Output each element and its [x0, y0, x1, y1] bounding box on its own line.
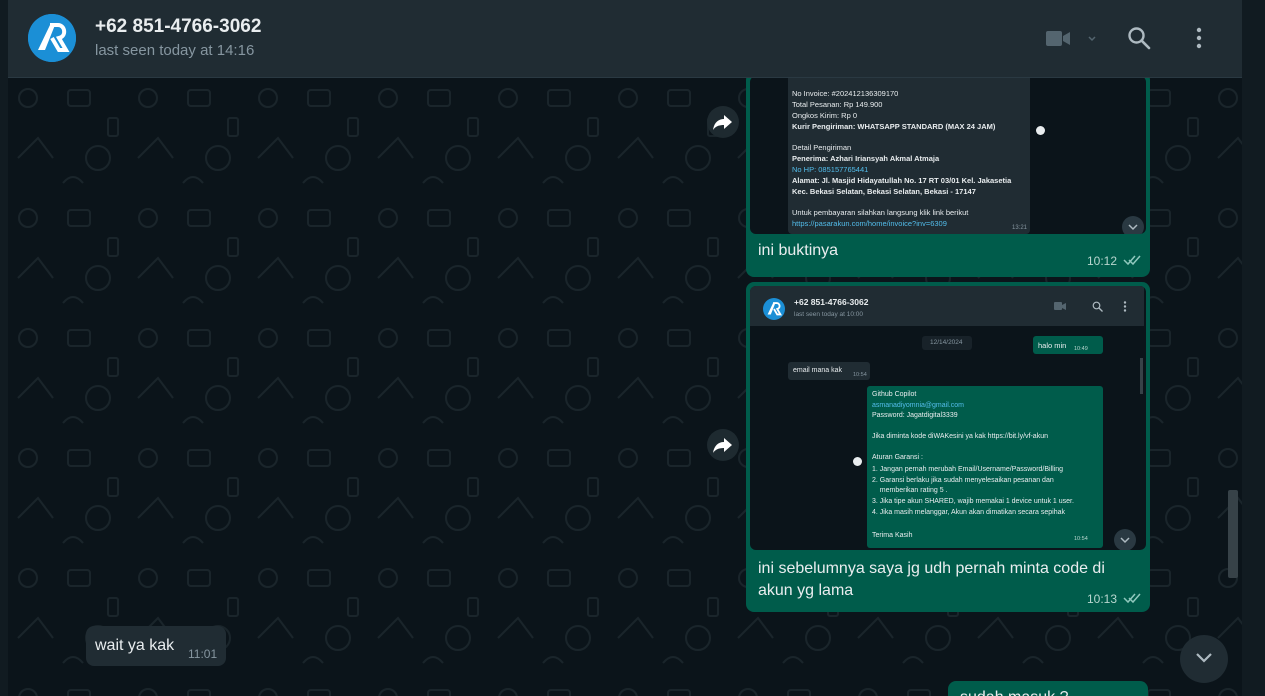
nested-message-line: Aturan Garansi :: [872, 454, 923, 461]
scroll-to-bottom-button[interactable]: [1180, 635, 1228, 683]
menu-icon: [1123, 301, 1127, 312]
video-call-icon: [1054, 302, 1066, 310]
invoice-line: Total Pesanan: Rp 149.900: [792, 100, 883, 109]
nested-message-line: memberikan rating 5 .: [872, 487, 948, 494]
invoice-line: Kurir Pengiriman: WHATSAPP STANDARD (MAX…: [792, 122, 996, 131]
message-bubble-outgoing[interactable]: +62 851-4766-3062 last seen today at 10:…: [746, 282, 1150, 612]
nested-message-line: Github Copilot: [872, 391, 917, 398]
invoice-line: Detail Pengiriman: [792, 143, 852, 152]
left-border: [0, 0, 8, 696]
nested-message-line: Terima Kasih: [872, 532, 913, 539]
invoice-line: No HP: 085157765441: [792, 165, 869, 174]
nested-message-line: Password: Jagatdigital3339: [872, 412, 958, 419]
forward-button[interactable]: [707, 106, 739, 138]
date-chip-text: 12/14/2024: [930, 339, 963, 346]
search-icon: [1092, 301, 1103, 312]
nested-message-line: 1. Jangan pernah merubah Email/Username/…: [872, 466, 1064, 473]
message-caption: ini sebelumnya saya jg udh pernah minta …: [758, 560, 1105, 599]
invoice-line: Penerima: Azhari Iriansyah Akmal Atmaja: [792, 154, 940, 163]
read-ticks-icon: [1123, 593, 1141, 604]
nested-scrollbar: [1140, 358, 1143, 394]
menu-icon[interactable]: [1194, 27, 1204, 54]
nested-message-time: 10:54: [1074, 536, 1088, 542]
invoice-image[interactable]: No Invoice: #202412136309170 Total Pesan…: [750, 78, 1146, 234]
search-icon[interactable]: [1127, 26, 1151, 55]
nested-message-line: 4. Jika masih melanggar, Akun akan dimat…: [872, 509, 1065, 516]
nested-message-time: 10:49: [1074, 346, 1088, 352]
chat-scrollbar[interactable]: [1228, 490, 1238, 578]
invoice-line: No Invoice: #202412136309170: [792, 89, 899, 98]
nested-message-text: email mana kak: [793, 367, 843, 374]
invoice-line: https://pasarakun.com/home/invoice?inv=6…: [792, 219, 947, 228]
nested-incoming-message: email mana kak 10:54: [788, 362, 870, 380]
invoice-card: No Invoice: #202412136309170 Total Pesan…: [788, 78, 1030, 234]
message-bubble-incoming[interactable]: wait ya kak 11:01: [86, 626, 226, 666]
message-caption: ini buktinya: [758, 242, 839, 259]
avatar: [763, 298, 785, 320]
nested-outgoing-message: Github Copilot asmanadiyomnia@gmail.com …: [867, 386, 1103, 548]
contact-name[interactable]: +62 851-4766-3062: [95, 16, 261, 38]
nested-date-chip: 12/14/2024: [922, 336, 972, 350]
emoji-icon: [1036, 126, 1045, 135]
nested-message-line: 2. Garansi berlaku jika sudah menyelesai…: [872, 477, 1054, 484]
forward-button[interactable]: [707, 429, 739, 461]
chat-screenshot-image[interactable]: +62 851-4766-3062 last seen today at 10:…: [750, 286, 1146, 550]
nested-contact-name: +62 851-4766-3062: [794, 297, 869, 307]
right-border: [1242, 0, 1265, 696]
nested-message-time: 10:54: [853, 372, 867, 378]
nested-chat-header: +62 851-4766-3062 last seen today at 10:…: [750, 286, 1144, 326]
invoice-line: Kec. Bekasi Selatan, Bekasi Selatan, Bek…: [792, 187, 976, 196]
nested-message-line: asmanadiyomnia@gmail.com: [872, 402, 964, 409]
chevron-down-icon[interactable]: [1114, 529, 1136, 550]
nested-message-line: Jika diminta kode diWAKesini ya kak http…: [872, 433, 1048, 440]
emoji-icon: [853, 457, 862, 466]
read-ticks-icon: [1123, 255, 1141, 266]
chat-header[interactable]: +62 851-4766-3062 last seen today at 14:…: [8, 0, 1242, 78]
message-text: wait ya kak: [95, 637, 175, 654]
message-bubble-outgoing[interactable]: No Invoice: #202412136309170 Total Pesan…: [746, 78, 1150, 277]
message-time: 10:12: [1087, 254, 1118, 268]
chevron-down-icon[interactable]: [1122, 216, 1144, 234]
video-call-icon[interactable]: [1046, 30, 1098, 53]
message-time: 11:01: [188, 647, 218, 661]
nested-message-text: halo min: [1038, 341, 1067, 350]
nested-status: last seen today at 10:00: [794, 311, 864, 318]
message-time: 10:13: [1087, 592, 1118, 606]
message-text: sudah masuk ?: [960, 687, 1069, 696]
nested-outgoing-message: halo min 10:49: [1033, 336, 1103, 354]
whatsapp-window: +62 851-4766-3062 last seen today at 14:…: [0, 0, 1265, 696]
invoice-line: Ongkos Kirim: Rp 0: [792, 111, 858, 120]
invoice-inner-time: 13:21: [1012, 225, 1028, 231]
nested-message-line: 3. Jika tipe akun SHARED, wajib memakai …: [872, 498, 1074, 505]
last-seen-status: last seen today at 14:16: [95, 42, 255, 59]
message-bubble-outgoing[interactable]: sudah masuk ?: [948, 681, 1148, 696]
chevron-down-icon: [1196, 653, 1212, 663]
invoice-line: Untuk pembayaran silahkan langsung klik …: [792, 208, 969, 217]
invoice-line: Alamat: Jl. Masjid Hidayatullah No. 17 R…: [792, 176, 1012, 185]
avatar[interactable]: [28, 14, 76, 62]
chat-area[interactable]: No Invoice: #202412136309170 Total Pesan…: [8, 78, 1242, 696]
